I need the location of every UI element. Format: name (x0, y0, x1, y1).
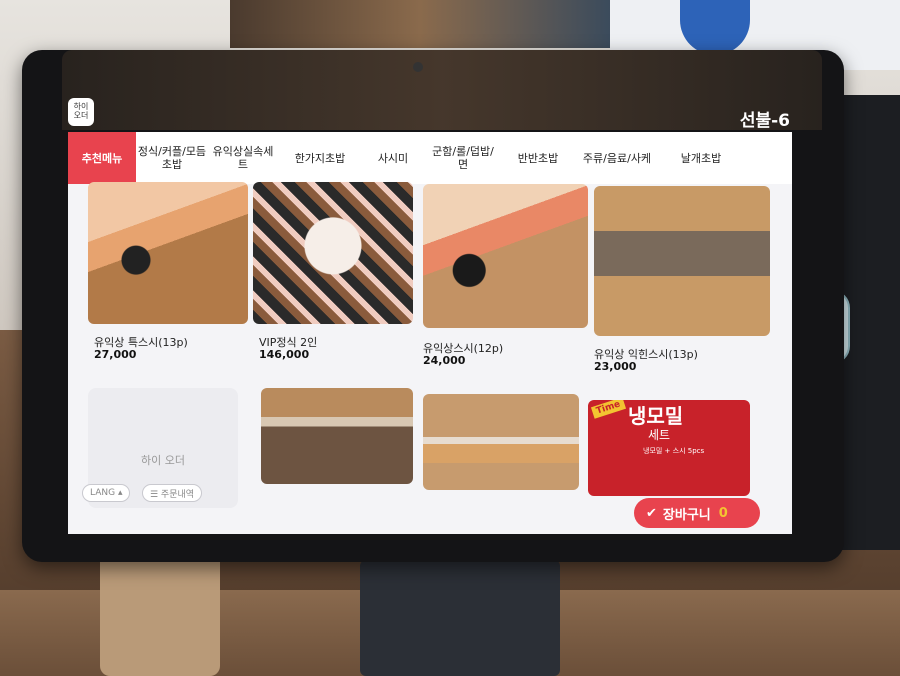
menu-grid: 유익상 특스시(13p) 27,000 VIP정식 2인 146,000 유익상… (68, 182, 792, 534)
category-tabs: 추천메뉴 정식/커플/모듬 초밥 유익상실속세 트 한가지초밥 사시미 군함/롤… (68, 132, 792, 184)
tablet-stand (360, 560, 560, 676)
tab-drinks[interactable]: 주류/음료/사케 (574, 132, 660, 184)
promo-title: 냉모밀 (628, 404, 684, 428)
hi-order-logo: 하이 오더 (68, 98, 94, 126)
menu-card[interactable]: 유익상스시(12p) 24,000 (423, 184, 588, 369)
kiosk-tablet: 하이 오더 선불-6 추천메뉴 정식/커플/모듬 초밥 유익상실속세 트 한가지… (22, 50, 844, 562)
menu-image (253, 182, 413, 324)
check-icon: ✔ (646, 505, 657, 521)
tab-value-set[interactable]: 유익상실속세 트 (208, 132, 278, 184)
tab-single-sushi[interactable]: 한가지초밥 (278, 132, 362, 184)
menu-image (88, 182, 248, 324)
promo-subtitle: 세트 (648, 428, 671, 442)
language-button[interactable]: LANG ▴ (82, 484, 131, 502)
promo-card[interactable]: Time 냉모밀 세트 냉모밀 + 스시 5pcs (588, 400, 750, 496)
wall-poster (230, 0, 610, 48)
cart-count: 0 (718, 505, 728, 521)
menu-price: 24,000 (423, 354, 466, 367)
menu-price: 146,000 (259, 348, 310, 361)
menu-image[interactable] (261, 388, 413, 484)
cart-label: 장바구니 (662, 507, 711, 523)
placeholder-label: 하이 오더 (141, 454, 185, 467)
tab-set-couple-sushi[interactable]: 정식/커플/모듬 초밥 (136, 132, 208, 184)
cart-button[interactable]: ✔ 장바구니 0 (634, 498, 760, 528)
camera (413, 62, 423, 72)
tab-wing-sushi[interactable]: 날개초밥 (660, 132, 742, 184)
tab-sashimi[interactable]: 사시미 (362, 132, 424, 184)
cup (100, 545, 220, 676)
table-number: 선불-6 (739, 111, 790, 131)
menu-price: 23,000 (594, 360, 637, 373)
menu-card[interactable]: 유익상 익힌스시(13p) 23,000 (594, 186, 770, 374)
menu-image (594, 186, 770, 336)
menu-image (423, 184, 588, 328)
menu-image[interactable] (423, 394, 579, 490)
tab-gunkan-roll-rice[interactable]: 군함/롤/덥밥/ 면 (424, 132, 502, 184)
tab-recommended[interactable]: 추천메뉴 (68, 132, 136, 184)
promo-badge: Time (590, 400, 626, 419)
screen-top-backdrop (62, 50, 822, 130)
order-screen: 추천메뉴 정식/커플/모듬 초밥 유익상실속세 트 한가지초밥 사시미 군함/롤… (68, 132, 792, 534)
order-history-button[interactable]: ☰ 주문내역 (142, 484, 203, 502)
promo-description: 냉모밀 + 스시 5pcs (643, 447, 705, 455)
menu-price: 27,000 (94, 348, 137, 361)
menu-card[interactable]: 유익상 특스시(13p) 27,000 (88, 182, 248, 362)
tab-half-half-sushi[interactable]: 반반초밥 (502, 132, 574, 184)
menu-card[interactable]: VIP정식 2인 146,000 (253, 182, 413, 362)
